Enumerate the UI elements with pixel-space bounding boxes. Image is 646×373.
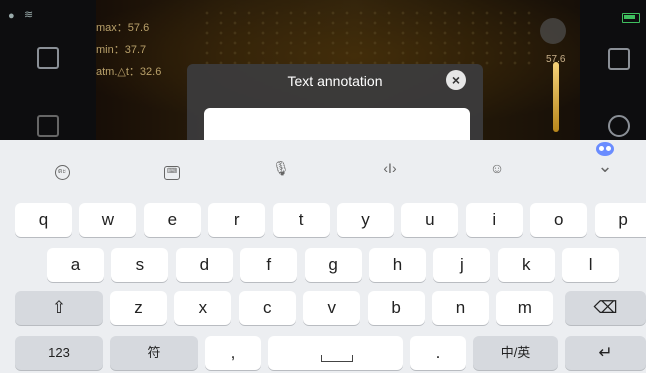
edit-icon[interactable]	[37, 115, 59, 137]
space-key[interactable]	[268, 336, 403, 370]
key-j[interactable]: j	[433, 248, 491, 282]
camera-screen: ● ≋ max：57.6 min：37.7 atm.△t：32.6 57.6 T…	[0, 0, 646, 373]
key-x[interactable]: x	[174, 291, 232, 325]
left-toolbar: ● ≋	[0, 0, 96, 140]
period-key[interactable]: .	[410, 336, 466, 370]
key-g[interactable]: g	[304, 248, 362, 282]
assistant-mascot-icon[interactable]	[596, 142, 614, 156]
shift-key[interactable]: ⇧	[15, 291, 103, 325]
key-b[interactable]: b	[367, 291, 425, 325]
min-temperature: min：37.7	[96, 44, 147, 56]
battery-icon	[622, 13, 640, 23]
numbers-key[interactable]: 123	[15, 336, 103, 370]
undo-icon[interactable]	[608, 115, 630, 137]
right-toolbar	[580, 0, 646, 140]
key-u[interactable]: u	[401, 203, 459, 237]
key-p[interactable]: p	[594, 203, 646, 237]
key-z[interactable]: z	[110, 291, 167, 325]
key-l[interactable]: l	[562, 248, 620, 282]
gallery-icon[interactable]	[37, 47, 59, 69]
voice-input-button[interactable]: 🎙	[266, 160, 296, 177]
text-cursor-icon: ‹I›	[383, 160, 397, 176]
text-annotation-dialog: Text annotation ×	[187, 64, 483, 150]
key-y[interactable]: y	[337, 203, 394, 237]
key-r[interactable]: r	[208, 203, 266, 237]
save-icon[interactable]	[608, 48, 630, 70]
key-d[interactable]: d	[175, 248, 233, 282]
dialog-title: Text annotation	[287, 73, 383, 89]
keyboard-toolbar: ตะ ⌨ 🎙 ‹I› ☺ ⌄	[0, 140, 646, 192]
key-e[interactable]: e	[143, 203, 201, 237]
key-o[interactable]: o	[530, 203, 588, 237]
key-m[interactable]: m	[496, 291, 554, 325]
keyboard-icon: ⌨	[164, 166, 180, 180]
comma-key[interactable]: ,	[205, 336, 261, 370]
handwriting-icon: ตะ	[54, 165, 70, 180]
backspace-key[interactable]: ⌫	[565, 291, 646, 325]
key-t[interactable]: t	[272, 203, 330, 237]
emoji-button[interactable]: ☺	[482, 160, 512, 176]
handwriting-button[interactable]: ตะ	[47, 160, 77, 180]
key-k[interactable]: k	[497, 248, 555, 282]
temperature-scale-bar	[553, 62, 559, 132]
key-f[interactable]: f	[240, 248, 298, 282]
max-temperature: max：57.6	[96, 22, 150, 34]
emoji-icon: ☺	[489, 160, 505, 176]
key-a[interactable]: a	[47, 248, 104, 282]
key-w[interactable]: w	[79, 203, 137, 237]
location-icon: ●	[8, 10, 15, 22]
collapse-keyboard-button[interactable]: ⌄	[590, 156, 620, 177]
chevron-down-icon: ⌄	[597, 156, 613, 176]
close-button[interactable]: ×	[446, 70, 466, 90]
hand-tool-button[interactable]	[540, 18, 566, 44]
cursor-move-button[interactable]: ‹I›	[375, 160, 405, 176]
key-n[interactable]: n	[432, 291, 489, 325]
key-v[interactable]: v	[303, 291, 361, 325]
space-bar-icon	[320, 355, 353, 362]
key-i[interactable]: i	[465, 203, 523, 237]
symbols-key[interactable]: 符	[110, 336, 198, 370]
wifi-icon: ≋	[24, 9, 34, 21]
enter-key[interactable]: ↵	[565, 336, 646, 370]
microphone-icon: 🎙	[272, 160, 290, 176]
key-q[interactable]: q	[15, 203, 72, 237]
key-s[interactable]: s	[111, 248, 169, 282]
key-c[interactable]: c	[238, 291, 296, 325]
key-h[interactable]: h	[369, 248, 426, 282]
keyboard-layout-button[interactable]: ⌨	[157, 160, 187, 180]
atm-delta-temperature: atm.△t：32.6	[96, 66, 162, 78]
language-switch-key[interactable]: 中/英	[473, 336, 558, 370]
soft-keyboard: ตะ ⌨ 🎙 ‹I› ☺ ⌄ qwertyuiop asdfghjkl ⇧ zx…	[0, 140, 646, 373]
